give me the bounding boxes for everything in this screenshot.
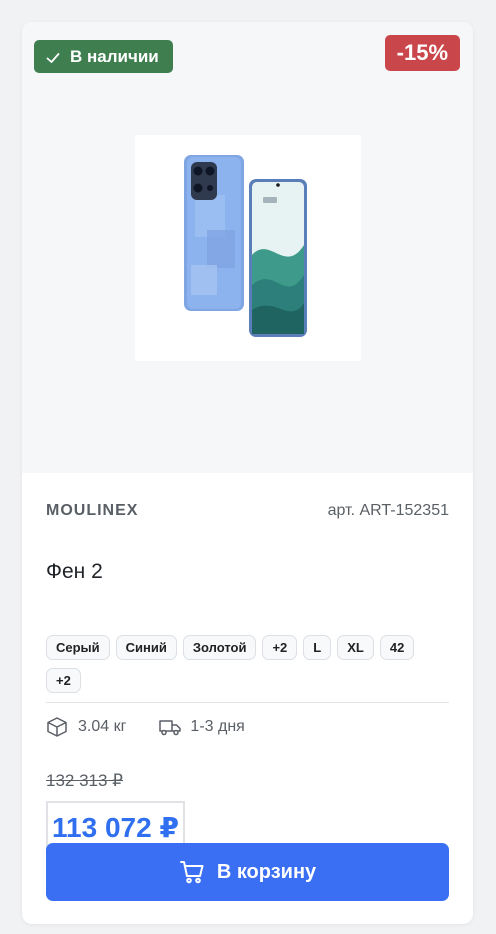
more-variants-tag[interactable]: +2: [46, 668, 81, 693]
variant-tag[interactable]: XL: [337, 635, 374, 660]
divider: [46, 702, 449, 703]
discount-badge-label: -15%: [396, 40, 448, 65]
current-price-value: 113 072 ₽: [52, 811, 179, 843]
brand-row: MOULINEX арт. ART-152351: [46, 502, 449, 520]
cart-icon: [179, 859, 205, 885]
product-image[interactable]: [135, 135, 361, 361]
variant-tags: Серый Синий Золотой +2 L XL 42 +2: [46, 635, 449, 693]
product-card[interactable]: В наличии -15% MOULINEX арт. ART-152351 …: [22, 22, 473, 924]
truck-icon: [158, 716, 182, 738]
weight-value: 3.04 кг: [78, 718, 127, 735]
check-icon: [46, 50, 60, 64]
product-title[interactable]: Фен 2: [46, 560, 103, 584]
variant-tag[interactable]: 42: [379, 635, 415, 660]
stock-badge-label: В наличии: [70, 46, 159, 66]
discount-badge: -15%: [384, 35, 460, 71]
stock-badge: В наличии: [34, 40, 173, 73]
more-variants-tag[interactable]: +2: [262, 635, 298, 660]
add-to-cart-button[interactable]: В корзину: [46, 843, 449, 901]
variant-tag[interactable]: Синий: [115, 635, 177, 660]
product-media[interactable]: В наличии -15%: [22, 22, 473, 473]
variant-tag[interactable]: L: [303, 635, 332, 660]
add-to-cart-label: В корзину: [216, 860, 317, 883]
brand-name[interactable]: MOULINEX: [46, 502, 138, 520]
delivery-value: 1-3 дня: [190, 718, 245, 735]
variant-tag[interactable]: Золотой: [182, 635, 257, 660]
box-icon: [46, 716, 68, 738]
product-meta: 3.04 кг 1-3 дня: [46, 716, 245, 738]
old-price: 132 313 ₽: [46, 771, 123, 790]
sku-label: арт. ART-152351: [327, 502, 449, 519]
variant-tag[interactable]: Серый: [46, 635, 110, 660]
